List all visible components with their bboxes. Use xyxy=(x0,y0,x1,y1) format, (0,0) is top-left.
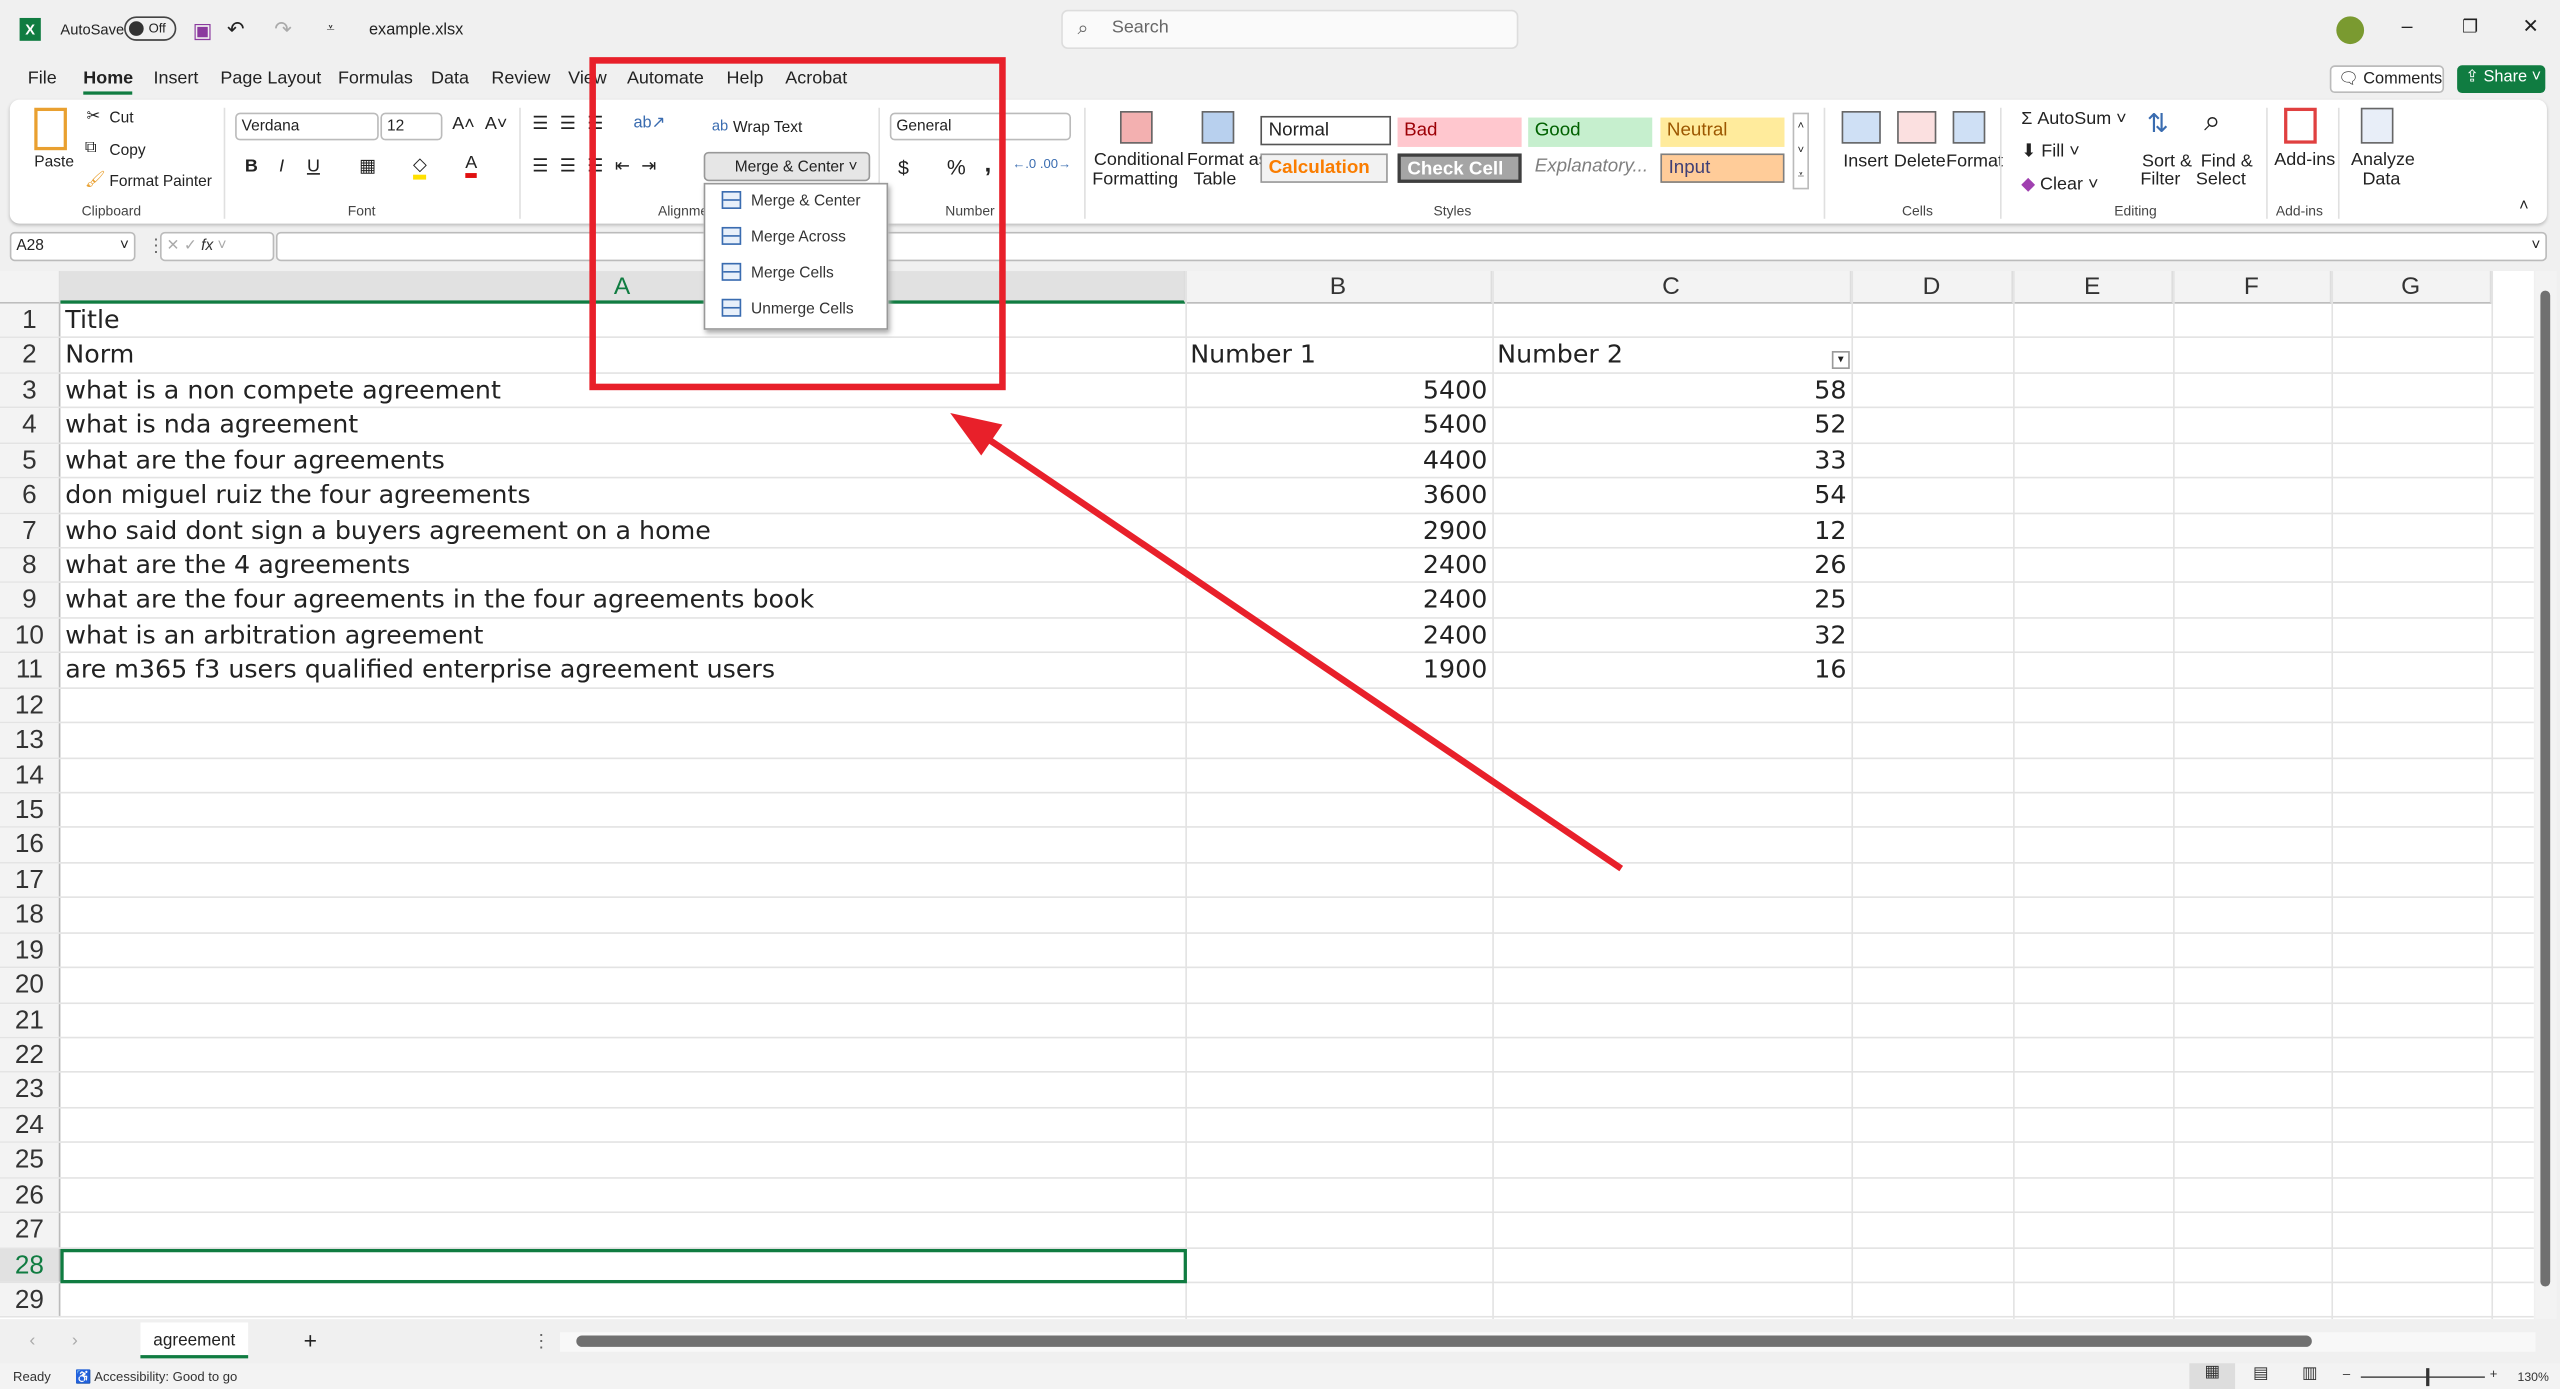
arrow-shaft xyxy=(974,428,1624,872)
annotation-arrow xyxy=(950,413,1624,872)
arrow-head xyxy=(950,413,1003,456)
